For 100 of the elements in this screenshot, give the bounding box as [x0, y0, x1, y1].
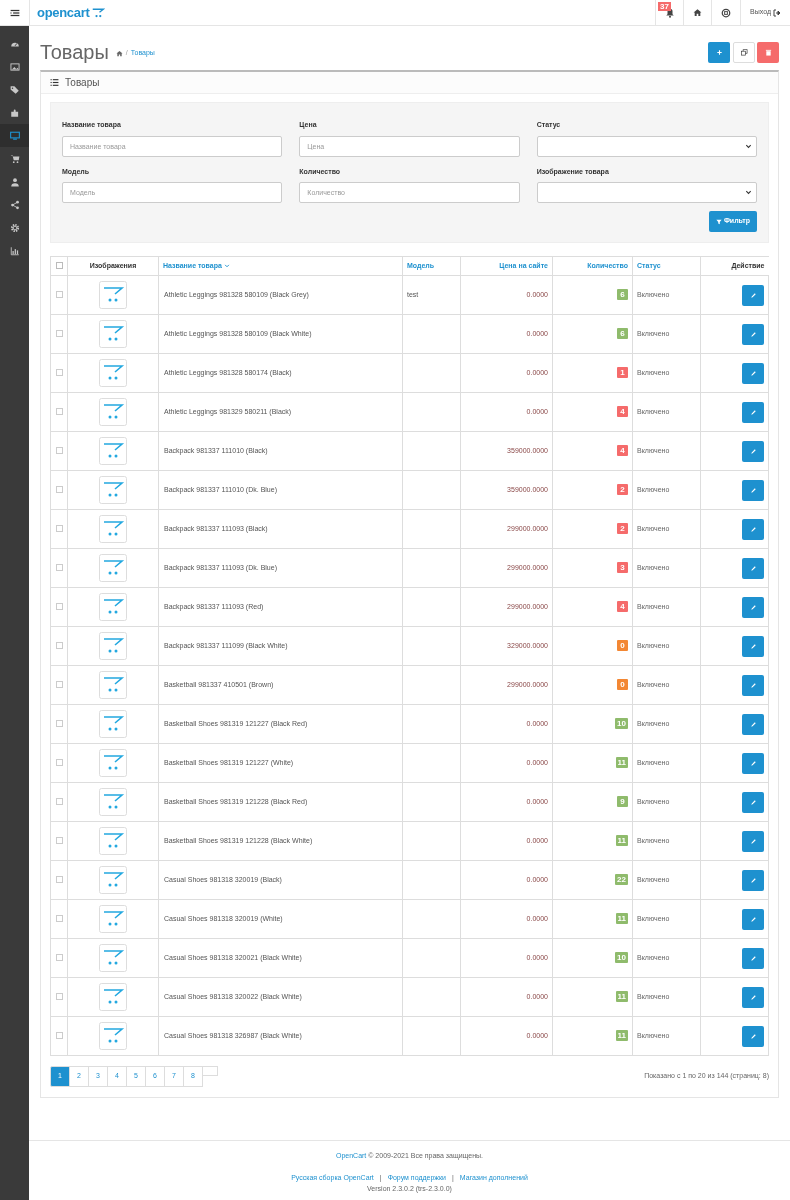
add-button[interactable] — [708, 41, 730, 63]
product-thumbnail — [99, 593, 127, 621]
product-thumbnail — [99, 1022, 127, 1050]
product-thumbnail — [99, 710, 127, 738]
row-checkbox[interactable] — [55, 837, 63, 845]
row-checkbox[interactable] — [55, 915, 63, 923]
product-thumbnail — [99, 905, 127, 933]
sidebar-item[interactable] — [0, 124, 29, 147]
product-thumbnail — [99, 398, 127, 426]
row-checkbox[interactable] — [55, 408, 63, 416]
row-checkbox[interactable] — [55, 720, 63, 728]
pencil-icon — [749, 681, 757, 689]
panel-title: Товары — [65, 76, 100, 90]
chevron-down-icon — [223, 263, 230, 269]
share-icon — [9, 199, 20, 210]
copy-button[interactable] — [733, 41, 755, 63]
quantity-badge: 6 — [617, 328, 628, 340]
logo-link[interactable]: opencart — [29, 0, 112, 25]
edit-button[interactable] — [742, 284, 764, 306]
row-checkbox[interactable] — [55, 642, 63, 650]
pencil-icon — [749, 291, 757, 299]
edit-button[interactable] — [742, 479, 764, 501]
edit-button[interactable] — [742, 791, 764, 813]
bell-icon — [664, 7, 675, 18]
row-checkbox[interactable] — [55, 369, 63, 377]
product-thumbnail — [99, 359, 127, 387]
quantity-badge: 2 — [617, 484, 628, 496]
product-thumbnail — [99, 944, 127, 972]
pencil-icon — [749, 330, 757, 338]
trash-icon — [764, 48, 772, 56]
row-checkbox[interactable] — [55, 447, 63, 455]
settings-icon — [9, 222, 20, 233]
edit-button[interactable] — [742, 947, 764, 969]
product-thumbnail — [99, 554, 127, 582]
edit-button[interactable] — [742, 830, 764, 852]
product-thumbnail — [99, 827, 127, 855]
row-checkbox[interactable] — [55, 291, 63, 299]
product-thumbnail — [99, 476, 127, 504]
row-checkbox[interactable] — [55, 564, 63, 572]
edit-button[interactable] — [742, 635, 764, 657]
edit-button[interactable] — [742, 323, 764, 345]
cart-icon — [9, 153, 20, 164]
edit-button[interactable] — [742, 518, 764, 540]
pencil-icon — [749, 603, 757, 611]
image-icon — [9, 61, 20, 72]
chevron-down-icon — [745, 189, 752, 196]
quantity-badge: 0 — [617, 640, 628, 652]
quantity-badge: 10 — [615, 952, 628, 964]
notifications-button[interactable]: 37 — [655, 0, 683, 25]
pencil-icon — [749, 837, 757, 845]
plus-icon — [715, 48, 723, 56]
notification-count: 37 — [658, 2, 671, 11]
edit-button[interactable] — [742, 869, 764, 891]
quantity-badge: 4 — [617, 445, 628, 457]
edit-button[interactable] — [742, 557, 764, 579]
pencil-icon — [749, 447, 757, 455]
row-checkbox[interactable] — [55, 603, 63, 611]
chevron-down-icon — [745, 142, 752, 150]
row-checkbox[interactable] — [55, 681, 63, 689]
edit-button[interactable] — [742, 908, 764, 930]
quantity-badge: 3 — [617, 562, 628, 574]
edit-button[interactable] — [742, 440, 764, 462]
quantity-badge: 10 — [615, 718, 628, 730]
menu-icon — [9, 7, 20, 18]
row-checkbox[interactable] — [55, 798, 63, 806]
edit-button[interactable] — [742, 1025, 764, 1047]
edit-button[interactable] — [742, 713, 764, 735]
pencil-icon — [749, 369, 757, 377]
pencil-icon — [749, 408, 757, 416]
home-icon — [693, 8, 702, 17]
edit-button[interactable] — [742, 362, 764, 384]
row-checkbox[interactable] — [55, 993, 63, 1001]
quantity-badge: 4 — [617, 406, 628, 418]
row-checkbox[interactable] — [55, 759, 63, 767]
pencil-icon — [749, 564, 757, 572]
tags-icon — [9, 84, 20, 95]
filter-icon — [715, 218, 722, 225]
edit-button[interactable] — [742, 674, 764, 696]
bar-chart-icon — [9, 245, 20, 256]
row-checkbox[interactable] — [55, 486, 63, 494]
edit-button[interactable] — [742, 986, 764, 1008]
row-checkbox[interactable] — [55, 330, 63, 338]
copy-icon — [740, 48, 748, 56]
edit-button[interactable] — [742, 401, 764, 423]
edit-button[interactable] — [742, 596, 764, 618]
quantity-badge: 4 — [617, 601, 628, 613]
pencil-icon — [749, 993, 757, 1001]
row-checkbox[interactable] — [55, 876, 63, 884]
row-checkbox[interactable] — [55, 1032, 63, 1040]
quantity-badge: 22 — [615, 874, 628, 886]
select-all-checkbox[interactable] — [55, 262, 63, 270]
quantity-badge: 11 — [615, 913, 628, 925]
row-checkbox[interactable] — [55, 954, 63, 962]
quantity-badge: 11 — [615, 757, 628, 769]
quantity-badge: 11 — [615, 835, 628, 847]
product-thumbnail — [99, 437, 127, 465]
edit-button[interactable] — [742, 752, 764, 774]
pencil-icon — [749, 915, 757, 923]
delete-button[interactable] — [757, 41, 779, 63]
row-checkbox[interactable] — [55, 525, 63, 533]
